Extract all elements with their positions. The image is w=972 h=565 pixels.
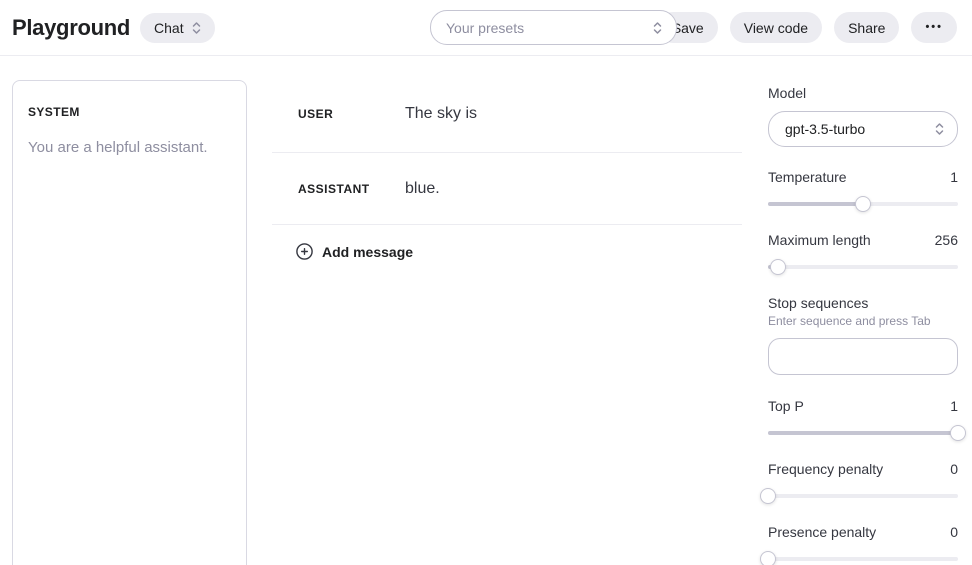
system-message-placeholder: You are a helpful assistant. xyxy=(28,139,231,156)
model-group: Model gpt-3.5-turbo xyxy=(768,85,958,147)
temperature-value: 1 xyxy=(950,169,958,185)
message-content[interactable]: blue. xyxy=(405,180,440,198)
frequency-penalty-slider[interactable] xyxy=(768,488,958,504)
more-options-button[interactable]: ••• xyxy=(911,12,957,43)
mode-selector-chat[interactable]: Chat xyxy=(140,13,215,43)
slider-thumb[interactable] xyxy=(855,196,871,212)
stop-sequences-label: Stop sequences xyxy=(768,295,958,311)
add-message-row: Add message xyxy=(272,225,742,265)
chat-messages: USER The sky is ASSISTANT blue. Add mess… xyxy=(272,56,742,265)
add-message-label: Add message xyxy=(322,244,413,260)
temperature-control: Temperature 1 xyxy=(768,169,958,212)
view-code-button[interactable]: View code xyxy=(730,12,822,43)
top-p-control: Top P 1 xyxy=(768,398,958,441)
circle-plus-icon xyxy=(296,243,313,260)
maximum-length-label: Maximum length xyxy=(768,232,871,248)
page-title: Playground xyxy=(12,15,130,41)
frequency-penalty-label: Frequency penalty xyxy=(768,461,883,477)
temperature-label: Temperature xyxy=(768,169,847,185)
maximum-length-control: Maximum length 256 xyxy=(768,232,958,275)
header-actions: Save View code Share ••• xyxy=(658,12,957,43)
presence-penalty-control: Presence penalty 0 xyxy=(768,524,958,565)
slider-thumb[interactable] xyxy=(770,259,786,275)
slider-thumb[interactable] xyxy=(760,488,776,504)
chevron-updown-icon xyxy=(192,21,201,35)
model-label: Model xyxy=(768,85,958,101)
presets-placeholder: Your presets xyxy=(446,20,524,36)
settings-panel: Model gpt-3.5-turbo Temperature 1 Maxim xyxy=(768,56,958,565)
frequency-penalty-value: 0 xyxy=(950,461,958,477)
stop-sequences-control: Stop sequences Enter sequence and press … xyxy=(768,295,958,375)
top-p-slider[interactable] xyxy=(768,425,958,441)
presence-penalty-value: 0 xyxy=(950,524,958,540)
presets-select[interactable]: Your presets xyxy=(430,10,677,45)
model-value: gpt-3.5-turbo xyxy=(785,121,865,137)
maximum-length-slider[interactable] xyxy=(768,259,958,275)
ellipsis-icon: ••• xyxy=(925,22,943,33)
temperature-slider[interactable] xyxy=(768,196,958,212)
slider-thumb[interactable] xyxy=(950,425,966,441)
chevron-updown-icon xyxy=(935,122,944,136)
frequency-penalty-control: Frequency penalty 0 xyxy=(768,461,958,504)
presence-penalty-slider[interactable] xyxy=(768,551,958,565)
chevron-updown-icon xyxy=(653,21,662,35)
slider-thumb[interactable] xyxy=(760,551,776,565)
maximum-length-value: 256 xyxy=(935,232,958,248)
top-p-label: Top P xyxy=(768,398,804,414)
message-role-button[interactable]: ASSISTANT xyxy=(298,182,405,196)
model-select[interactable]: gpt-3.5-turbo xyxy=(768,111,958,147)
message-row-user[interactable]: USER The sky is xyxy=(272,76,742,153)
add-message-button[interactable]: Add message xyxy=(296,243,413,260)
message-role-button[interactable]: USER xyxy=(298,107,405,121)
stop-sequences-hint: Enter sequence and press Tab xyxy=(768,314,958,328)
top-p-value: 1 xyxy=(950,398,958,414)
main-content: SYSTEM You are a helpful assistant. USER… xyxy=(0,56,972,565)
message-content[interactable]: The sky is xyxy=(405,105,477,123)
top-bar: Playground Chat Your presets Save View c… xyxy=(0,0,972,56)
mode-selector-label: Chat xyxy=(154,20,184,36)
system-message-panel[interactable]: SYSTEM You are a helpful assistant. xyxy=(12,80,247,565)
share-button[interactable]: Share xyxy=(834,12,899,43)
system-label: SYSTEM xyxy=(28,105,231,119)
presence-penalty-label: Presence penalty xyxy=(768,524,876,540)
stop-sequences-input[interactable] xyxy=(768,338,958,375)
message-row-assistant[interactable]: ASSISTANT blue. xyxy=(272,153,742,225)
